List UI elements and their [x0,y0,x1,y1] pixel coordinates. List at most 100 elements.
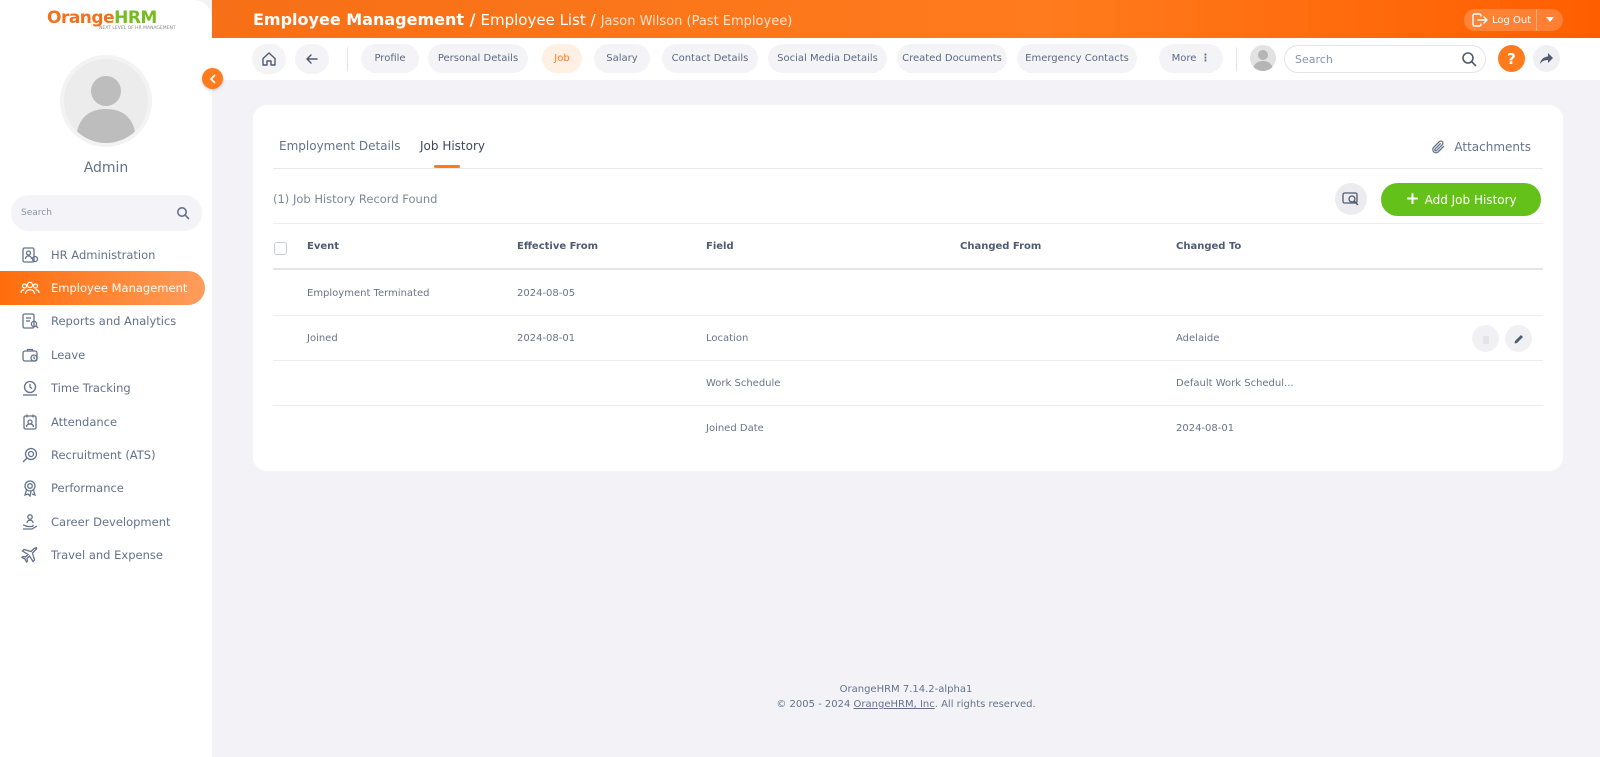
logout-label: Log Out [1492,14,1532,26]
sidebar-search-input[interactable] [21,204,171,222]
cell-field: Joined Date [706,423,764,434]
sidebar-search [11,195,202,231]
cell-event: Joined [307,333,338,344]
company-link[interactable]: OrangeHRM, Inc [854,699,935,710]
column-header-changed-from[interactable]: Changed From [960,241,1041,252]
table-row[interactable]: Joined 2024-08-01 Location Adelaide [273,316,1543,361]
tab-label: Contact Details [671,53,749,64]
employee-avatar[interactable] [1250,45,1276,71]
search-icon[interactable] [176,205,190,224]
cell-field: Location [706,333,749,344]
sidebar-item-label: Attendance [51,414,118,429]
attachments-button[interactable]: Attachments [1430,139,1531,155]
filter-button[interactable] [1335,183,1367,215]
tab-label: Salary [606,53,638,64]
tab-personal-details[interactable]: Personal Details [428,44,528,73]
cell-event: Employment Terminated [307,288,430,299]
tab-label: Social Media Details [777,53,878,64]
career-icon [20,512,40,532]
table-header: Event Effective From Field Changed From … [273,224,1543,270]
footer-version: OrangeHRM 7.14.2-alpha1 [839,684,973,695]
sidebar-item-travel-and-expense[interactable]: Travel and Expense [0,539,212,572]
home-button[interactable] [252,44,286,74]
nav-divider [347,47,348,71]
sidebar-item-attendance[interactable]: Attendance [0,405,212,438]
cell-changed-to: Adelaide [1176,333,1220,344]
trash-icon [1482,335,1489,344]
tab-contact-details[interactable]: Contact Details [662,44,758,73]
sidebar-item-time-tracking[interactable]: Time Tracking [0,372,212,405]
column-header-changed-to[interactable]: Changed To [1176,241,1241,252]
clock-icon [20,378,40,398]
footer-copyright: © 2005 - 2024 OrangeHRM, Inc. All rights… [212,697,1600,712]
tab-social-media-details[interactable]: Social Media Details [768,44,887,73]
sidebar-item-label: Performance [51,481,124,496]
logout-dropdown-button[interactable] [1537,17,1563,23]
breadcrumb-employee-list[interactable]: Employee List / [481,11,596,29]
job-subtabs: Employment Details Job History Attachmen… [273,105,1543,169]
tab-job[interactable]: Job [542,44,582,73]
user-avatar[interactable] [60,55,152,147]
sidebar-item-performance[interactable]: Performance [0,472,212,505]
sidebar-item-label: Recruitment (ATS) [51,448,156,463]
back-button[interactable] [295,44,329,74]
table-row[interactable]: Joined Date 2024-08-01 [273,406,1543,451]
tab-emergency-contacts[interactable]: Emergency Contacts [1017,44,1137,73]
sidebar: OrangeHRM NEXT LEVEL OF HR MANAGEMENT Ad… [0,0,212,757]
sidebar-item-label: Travel and Expense [51,548,163,563]
sidebar-item-label: Time Tracking [51,381,131,396]
orangehrm-logo[interactable]: OrangeHRM NEXT LEVEL OF HR MANAGEMENT [47,8,176,34]
hr-admin-icon [20,245,40,265]
cell-changed-to: 2024-08-01 [1176,423,1235,434]
home-icon [262,52,276,66]
plane-icon [20,545,40,565]
tab-label: Emergency Contacts [1025,53,1129,64]
paperclip-icon [1432,140,1445,154]
user-silhouette-icon [1253,50,1273,71]
logout-button[interactable]: Log Out [1464,9,1536,31]
help-icon: ? [1507,49,1516,68]
table-row[interactable]: Work Schedule Default Work Schedul... [273,361,1543,406]
tab-job-history[interactable]: Job History [420,139,485,153]
tab-label: Personal Details [437,53,519,64]
tab-created-documents[interactable]: Created Documents [897,44,1007,73]
breadcrumb-employee-name: Jason Wilson (Past Employee) [600,14,793,29]
sidebar-collapse-button[interactable] [202,68,223,89]
tab-salary[interactable]: Salary [594,44,650,73]
arrow-left-icon [306,54,318,64]
sidebar-item-employee-management[interactable]: Employee Management [0,271,205,305]
share-button[interactable] [1533,45,1560,72]
select-all-checkbox[interactable] [274,242,287,255]
sidebar-item-career-development[interactable]: Career Development [0,505,212,538]
column-header-event[interactable]: Event [307,241,339,252]
sidebar-item-leave[interactable]: Leave [0,338,212,371]
tab-more[interactable]: More ⋮ [1159,44,1223,73]
nav-divider [1236,47,1237,71]
sidebar-item-hr-administration[interactable]: HR Administration [0,238,212,271]
delete-button[interactable] [1472,325,1499,352]
column-header-field[interactable]: Field [706,241,734,252]
table-row[interactable]: Employment Terminated 2024-08-05 [273,271,1543,316]
add-job-history-button[interactable]: + Add Job History [1381,183,1541,216]
sidebar-item-reports-and-analytics[interactable]: Reports and Analytics [0,305,212,338]
edit-button[interactable] [1505,325,1532,352]
filter-search-icon [1342,192,1359,206]
logo-text-hrm: HRM [114,8,157,28]
sidebar-menu: HR Administration Employee Management Re… [0,238,212,572]
search-icon[interactable] [1461,51,1477,71]
sidebar-item-label: Leave [51,347,86,362]
sidebar-item-label: Employee Management [51,281,188,296]
tab-label: Job [554,53,570,64]
add-job-history-label: Add Job History [1424,192,1517,207]
chevron-left-icon [209,74,215,83]
logout-button-group: Log Out [1464,9,1563,31]
employee-search-input[interactable] [1295,51,1445,67]
tab-employment-details[interactable]: Employment Details [279,139,400,153]
tab-profile[interactable]: Profile [361,44,419,73]
sidebar-item-recruitment[interactable]: Recruitment (ATS) [0,438,212,471]
help-button[interactable]: ? [1498,45,1525,72]
breadcrumb-module[interactable]: Employee Management / [253,10,475,29]
column-header-effective-from[interactable]: Effective From [517,241,598,252]
records-found-text: (1) Job History Record Found [273,192,438,206]
page-title: Employee Management / Employee List / Ja… [253,10,792,29]
